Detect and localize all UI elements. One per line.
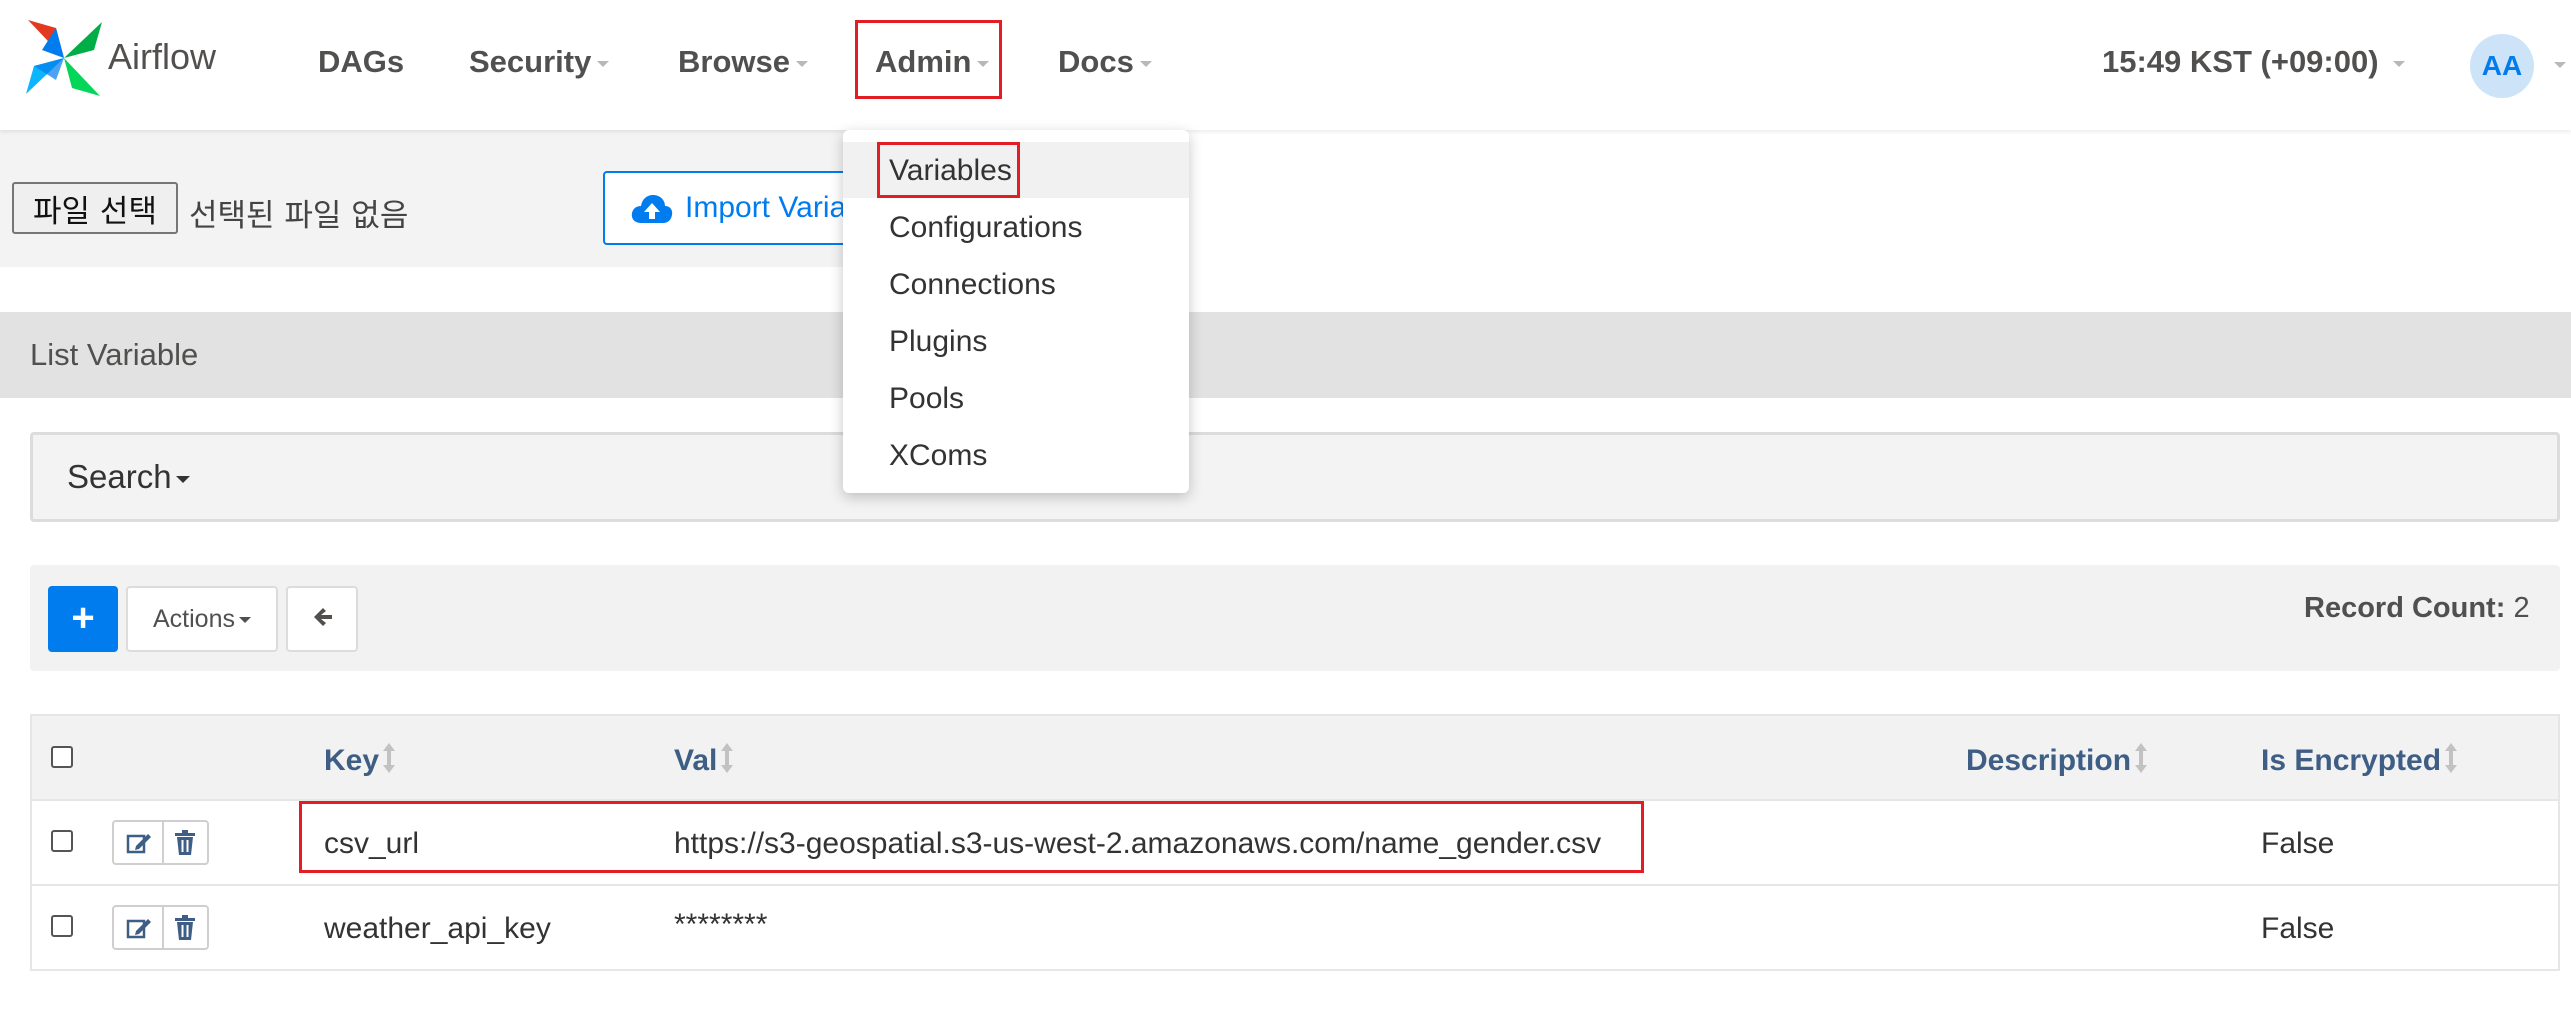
- sort-icon: [2135, 743, 2148, 781]
- column-header-key[interactable]: Key: [324, 743, 396, 781]
- chevron-down-icon: [795, 60, 808, 67]
- import-variables-button[interactable]: Import Variables: [603, 171, 863, 245]
- select-all-checkbox[interactable]: [51, 746, 73, 768]
- list-toolbar: [30, 565, 2560, 671]
- csv-url-highlight-box: [299, 801, 1644, 873]
- search-panel: [30, 432, 2560, 522]
- admin-highlight-box: [855, 20, 1002, 99]
- row-action-buttons: [112, 905, 209, 950]
- nav-security[interactable]: Security: [469, 44, 610, 80]
- add-variable-button[interactable]: +: [48, 586, 118, 652]
- menu-item-connections[interactable]: Connections: [889, 268, 1056, 302]
- row-action-buttons: [112, 820, 209, 865]
- search-label: Search: [67, 458, 172, 495]
- column-header-description[interactable]: Description: [1966, 743, 2148, 781]
- chevron-down-icon: [175, 475, 190, 483]
- row-is-encrypted: False: [2261, 912, 2335, 945]
- timezone-selector[interactable]: 15:49 KST (+09:00): [2102, 44, 2405, 80]
- row-val: ********: [674, 908, 768, 941]
- column-description-label: Description: [1966, 743, 2132, 777]
- chevron-down-icon: [2392, 60, 2405, 67]
- chevron-down-icon: [1139, 60, 1152, 67]
- user-avatar[interactable]: AA: [2470, 34, 2534, 98]
- cloud-upload-icon: [631, 193, 673, 233]
- trash-icon[interactable]: [174, 915, 196, 946]
- nav-browse[interactable]: Browse: [678, 44, 808, 80]
- row-is-encrypted: False: [2261, 827, 2335, 860]
- row-checkbox[interactable]: [51, 830, 73, 852]
- nav-docs[interactable]: Docs: [1058, 44, 1152, 80]
- top-navbar: Airflow DAGs Security Browse Admin Docs …: [0, 0, 2571, 130]
- variables-highlight-box: [877, 142, 1020, 198]
- actions-label: Actions: [153, 605, 235, 633]
- edit-icon[interactable]: [126, 831, 152, 860]
- row-divider: [30, 884, 2560, 886]
- search-toggle[interactable]: Search: [67, 458, 190, 496]
- record-count-label: Record Count:: [2304, 592, 2506, 624]
- chevron-down-icon[interactable]: [2554, 62, 2566, 68]
- nav-security-label: Security: [469, 44, 592, 79]
- choose-file-button[interactable]: 파일 선택: [12, 182, 178, 234]
- record-count: Record Count: 2: [2304, 592, 2530, 625]
- timezone-label: 15:49 KST (+09:00): [2102, 44, 2379, 79]
- trash-icon[interactable]: [174, 830, 196, 861]
- arrow-left-icon: [310, 605, 334, 634]
- sort-icon: [383, 743, 396, 781]
- nav-docs-label: Docs: [1058, 44, 1134, 79]
- actions-dropdown[interactable]: Actions: [126, 586, 278, 652]
- column-header-val[interactable]: Val: [674, 743, 734, 781]
- menu-item-xcoms[interactable]: XComs: [889, 439, 987, 473]
- back-button[interactable]: [286, 586, 358, 652]
- admin-dropdown-menu: Variables Configurations Connections Plu…: [843, 130, 1189, 493]
- menu-item-configurations[interactable]: Configurations: [889, 211, 1082, 245]
- row-key: weather_api_key: [324, 912, 551, 945]
- column-key-label: Key: [324, 743, 380, 777]
- row-checkbox[interactable]: [51, 915, 73, 937]
- nav-dags[interactable]: DAGs: [318, 44, 404, 80]
- logo-text[interactable]: Airflow: [108, 36, 216, 78]
- edit-icon[interactable]: [126, 916, 152, 945]
- list-title-bar: [0, 312, 2571, 398]
- chevron-down-icon: [597, 60, 610, 67]
- sort-icon: [2445, 743, 2458, 781]
- chevron-down-icon: [238, 617, 251, 624]
- column-is-encrypted-label: Is Encrypted: [2261, 743, 2442, 777]
- import-variables-label: Import Variables: [685, 191, 861, 224]
- record-count-value: 2: [2513, 592, 2530, 624]
- nav-browse-label: Browse: [678, 44, 790, 79]
- page-title: List Variable: [30, 337, 199, 372]
- menu-item-plugins[interactable]: Plugins: [889, 325, 987, 359]
- airflow-logo-icon[interactable]: [22, 16, 106, 105]
- column-val-label: Val: [674, 743, 718, 777]
- column-header-is-encrypted[interactable]: Is Encrypted: [2261, 743, 2458, 781]
- menu-item-pools[interactable]: Pools: [889, 382, 964, 416]
- sort-icon: [721, 743, 734, 781]
- file-status-text: 선택된 파일 없음: [189, 198, 409, 234]
